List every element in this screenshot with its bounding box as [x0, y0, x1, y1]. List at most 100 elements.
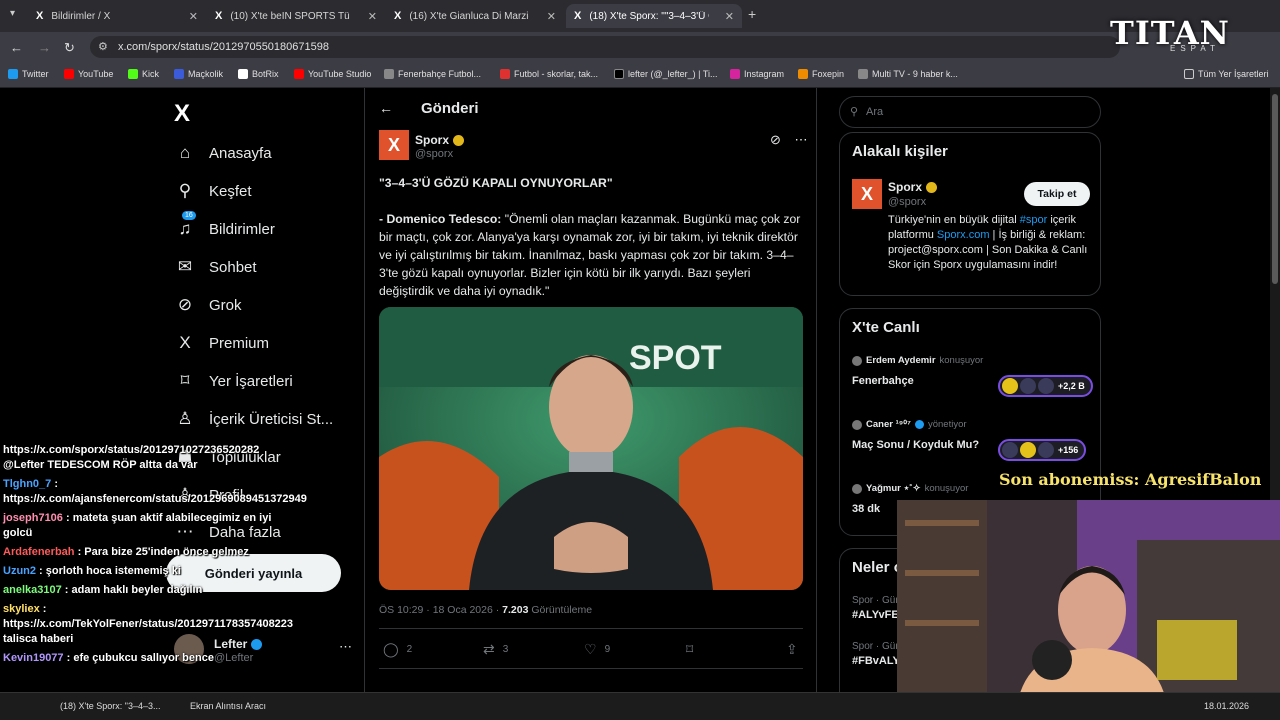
author-avatar[interactable]: X — [379, 130, 409, 160]
close-icon[interactable]: ✕ — [368, 10, 377, 23]
sidebar-item-home[interactable]: ⌂ Anasayfa — [174, 143, 272, 163]
chat-text: : adam haklı beyler dağılın — [61, 584, 203, 596]
bookmark-mackolik[interactable]: Maçkolik — [174, 69, 223, 79]
live-space-2[interactable]: Caner ¹⁹⁰⁷ yönetiyor Maç Sonu / Koyduk Mu… — [852, 419, 979, 451]
reload-icon[interactable]: ↻ — [64, 40, 75, 56]
reply-count: 2 — [406, 644, 413, 655]
sidebar-item-explore[interactable]: ⚲ Keşfet — [174, 181, 252, 201]
search-icon: ⚲ — [178, 181, 192, 200]
forward-icon[interactable]: → — [38, 40, 51, 55]
sidebar-item-premium[interactable]: X Premium — [174, 333, 269, 353]
bookmark-button[interactable]: ⌑ — [686, 641, 701, 658]
notification-badge: 16 — [182, 211, 196, 220]
post-image[interactable]: SPOT — [379, 307, 803, 590]
divider — [379, 628, 803, 629]
host-name: Caner ¹⁹⁰⁷ — [866, 419, 911, 430]
follow-button[interactable]: Takip et — [1024, 182, 1090, 206]
taskbar-item[interactable]: (18) X'te Sporx: "3–4–3... — [60, 701, 160, 711]
taskbar-item[interactable]: Ekran Alıntısı Aracı — [190, 701, 266, 711]
related-avatar[interactable]: X — [852, 179, 882, 209]
bookmark-kick[interactable]: Kick — [128, 69, 159, 79]
related-name[interactable]: Sporx — [888, 180, 938, 194]
sidebar-item-label: Grok — [209, 296, 242, 314]
bookmark-twitter[interactable]: Twitter — [8, 69, 49, 79]
x-icon: X — [179, 333, 191, 352]
back-icon[interactable]: ← — [10, 40, 23, 55]
tab-title: (10) X'te beIN SPORTS Türkiye: — [230, 10, 350, 22]
tab-3[interactable]: X (16) X'te Gianluca Di Marzio: "... ✕ — [386, 4, 564, 28]
bookmark-icon — [64, 69, 74, 79]
bio-link[interactable]: Sporx.com — [937, 229, 990, 241]
close-icon[interactable]: ✕ — [725, 10, 734, 23]
search-icon: ⚲ — [850, 106, 859, 118]
more-icon[interactable]: ⋯ — [795, 132, 808, 147]
chat-user: skyliex — [3, 603, 40, 615]
sidebar-item-grok[interactable]: ⊘ Grok — [174, 295, 242, 315]
hashtag-link[interactable]: #spor — [1020, 214, 1048, 226]
listeners-pill[interactable]: +2,2 B — [998, 375, 1093, 397]
verified-icon — [914, 420, 924, 429]
trend-item[interactable]: Spor · Gün #FBvALY — [852, 641, 901, 667]
bookmark-icon — [8, 69, 18, 79]
scrollbar-thumb[interactable] — [1272, 94, 1278, 284]
bookmark-icon — [128, 69, 138, 79]
sidebar-item-label: Premium — [209, 334, 270, 352]
bookmark-instagram[interactable]: Instagram — [730, 69, 784, 79]
chat-message: https://x.com/sporx/status/2012971027236… — [3, 443, 293, 473]
share-button[interactable]: ⇪ — [786, 641, 806, 658]
sidebar-item-messages[interactable]: ✉ Sohbet — [174, 257, 257, 277]
chat-overlay: https://x.com/sporx/status/2012971027236… — [3, 443, 307, 670]
new-tab-icon[interactable]: + — [748, 6, 756, 22]
bookmark-foxepin[interactable]: Foxepin — [798, 69, 844, 79]
x-logo-icon[interactable]: X — [174, 100, 190, 128]
bookmark-futbol[interactable]: Futbol - skorlar, tak... — [500, 69, 598, 79]
tab-4-active[interactable]: X (18) X'te Sporx: ""3–4–3'Ü GÖZÜ ✕ — [566, 4, 742, 28]
host-avatar — [852, 419, 862, 430]
bookmark-botrix[interactable]: BotRix — [238, 69, 279, 79]
tab-search-icon[interactable]: ▾ — [10, 8, 15, 19]
trend-tag: #ALYvFE — [852, 609, 899, 621]
sidebar-item-label: Bildirimler — [209, 220, 275, 238]
close-icon[interactable]: ✕ — [547, 10, 556, 23]
chat-message: anelka3107 : adam haklı beyler dağılın — [3, 583, 293, 598]
bookmark-youtube[interactable]: YouTube — [64, 69, 113, 79]
bookmark-tiktok[interactable]: lefter (@_lefter_) | Ti... — [614, 69, 718, 79]
chat-user: anelka3107 — [3, 584, 62, 596]
reply-button[interactable]: ◯ 2 — [383, 641, 412, 658]
author-name[interactable]: Sporx — [415, 133, 465, 147]
bookmark-label: Instagram — [744, 69, 785, 79]
site-info-icon[interactable]: ⚙ — [98, 40, 108, 53]
related-handle[interactable]: @sporx — [888, 196, 926, 208]
back-arrow-icon[interactable]: ← — [379, 100, 393, 116]
bookmark-youtube-studio[interactable]: YouTube Studio — [294, 69, 371, 79]
bookmark-icon — [500, 69, 510, 79]
sidebar-item-creator-studio[interactable]: ♙ İçerik Üreticisi St... — [174, 409, 333, 429]
sidebar-item-bookmarks[interactable]: ⌑ Yer İşaretleri — [174, 371, 293, 391]
page-title: Gönderi — [421, 100, 479, 117]
tab-2[interactable]: X (10) X'te beIN SPORTS Türkiye: ✕ — [207, 4, 385, 28]
close-icon[interactable]: ✕ — [189, 10, 198, 23]
bookmark-multitv[interactable]: Multi TV - 9 haber k... — [858, 69, 958, 79]
all-bookmarks-label: Tüm Yer İşaretleri — [1198, 69, 1269, 79]
sidebar-item-notifications[interactable]: ♫ 16 Bildirimler — [174, 211, 275, 239]
live-space-1[interactable]: Erdem Aydemir konuşuyor Fenerbahçe — [852, 355, 983, 387]
url-field[interactable]: ⚙ x.com/sporx/status/2012970550180671598 — [90, 36, 1120, 58]
search-input[interactable]: ⚲ Ara — [839, 96, 1101, 128]
like-button[interactable]: ♡ 9 — [584, 641, 610, 658]
bookmark-label: Kick — [142, 69, 160, 79]
listeners-pill[interactable]: +156 — [998, 439, 1087, 461]
card-title: Neler o — [852, 559, 903, 576]
webcam-illustration — [897, 500, 1280, 705]
more-icon[interactable]: ⋯ — [339, 639, 352, 655]
bookmark-label: Foxepin — [812, 69, 845, 79]
repost-button[interactable]: ⇄ 3 — [483, 641, 508, 658]
tab-1[interactable]: X Bildirimler / X ✕ — [28, 4, 206, 28]
bookmark-icon — [614, 69, 624, 79]
bookmark-label: Multi TV - 9 haber k... — [872, 69, 958, 79]
all-bookmarks[interactable]: Tüm Yer İşaretleri — [1184, 69, 1269, 79]
trend-item[interactable]: Spor · Gün #ALYvFE — [852, 595, 901, 621]
grok-icon[interactable]: ⊘ — [770, 132, 781, 147]
bookmark-fenerbahce[interactable]: Fenerbahçe Futbol... — [384, 69, 481, 79]
x-logo-icon: X — [215, 10, 223, 22]
author-handle[interactable]: @sporx — [415, 148, 453, 160]
